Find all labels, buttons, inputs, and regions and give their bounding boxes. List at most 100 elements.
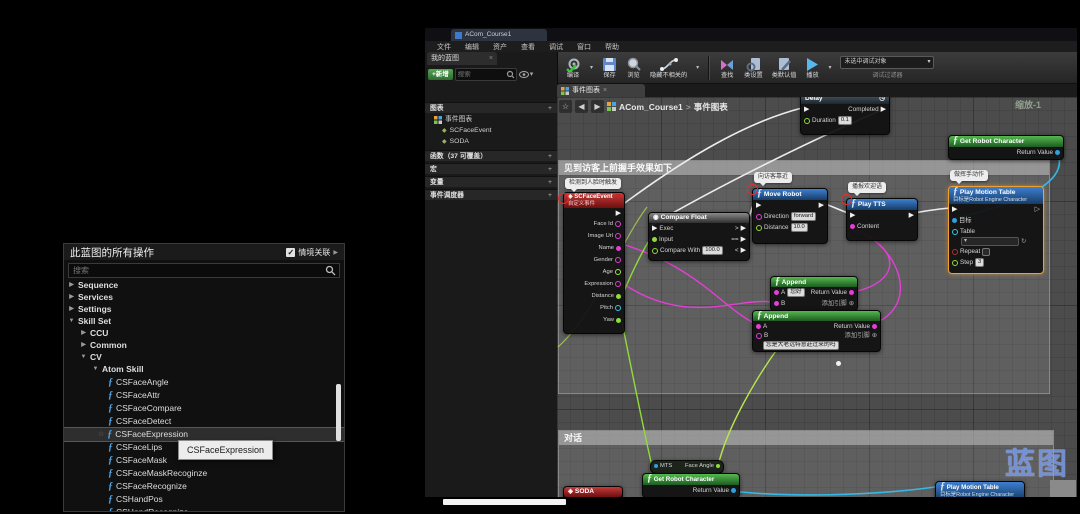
string-out-pin[interactable] — [872, 324, 877, 329]
node-scface-event[interactable]: ◈ SCFaceEvent 自定义事件 ▶ Face Id Image Url … — [563, 192, 625, 334]
exec-out-pin[interactable]: ▶ — [616, 210, 621, 217]
exec-out-pin[interactable]: ▶ — [909, 212, 914, 219]
node-append-1[interactable]: ƒ Append A 您好 Return Value B 添加引脚⊕ — [770, 276, 858, 311]
hide-unrelated-button[interactable]: 隐藏不相关的 — [650, 57, 687, 79]
step-input[interactable]: 3 — [975, 258, 984, 267]
object-in-pin[interactable] — [654, 464, 658, 468]
float-pin[interactable] — [756, 225, 762, 231]
menu-debug[interactable]: 调试 — [543, 42, 569, 52]
comment-bubble[interactable]: 检测到人脸时触发 — [565, 178, 621, 189]
class-defaults-button[interactable]: 类默认值 — [772, 57, 797, 79]
b-value-input[interactable]: 您是大老远特意赶过来的吗 — [763, 341, 839, 350]
node-get-robot-character-2[interactable]: ƒ Get Robot Character Return Value — [642, 473, 740, 498]
close-icon[interactable]: × — [489, 52, 493, 65]
float-pin[interactable] — [616, 318, 621, 323]
menu-help[interactable]: 帮助 — [599, 42, 625, 52]
float-in-pin[interactable] — [652, 237, 657, 242]
float-out-pin[interactable] — [716, 464, 720, 468]
string-out-pin[interactable] — [849, 290, 854, 295]
add-dispatcher-icon[interactable]: + — [548, 190, 552, 200]
eventgraph-item[interactable]: 事件图表 — [434, 115, 472, 125]
browse-button[interactable]: 浏览 — [626, 57, 641, 79]
action-search-box[interactable] — [68, 263, 340, 278]
reroute-node[interactable] — [836, 361, 841, 366]
float-in-pin[interactable] — [652, 248, 658, 254]
node-face-angle[interactable]: MTS Face Angle — [650, 460, 724, 474]
section-graphs[interactable]: 图表+ — [425, 102, 557, 113]
node-append-2[interactable]: ƒ Append A Return Value B 添加引脚⊕ 您是大老远特意赶… — [752, 310, 881, 352]
tree-item-atom-skill[interactable]: ▼Atom Skill — [64, 363, 345, 376]
bool-pin[interactable] — [952, 249, 958, 255]
comment-bubble[interactable]: 向访客靠近 — [754, 172, 792, 183]
my-blueprint-search-input[interactable] — [456, 71, 506, 78]
menu-window[interactable]: 窗口 — [571, 42, 597, 52]
breadcrumb-current[interactable]: 事件图表 — [694, 101, 728, 113]
scrollbar-thumb[interactable] — [336, 384, 341, 441]
int-pin[interactable] — [952, 260, 958, 266]
action-search-input[interactable] — [69, 266, 325, 275]
section-variables[interactable]: 变量+ — [425, 176, 557, 187]
tree-item-csfacedetect[interactable]: ƒCSFaceDetect — [64, 415, 345, 428]
float-pin[interactable] — [616, 294, 621, 299]
menu-edit[interactable]: 编辑 — [459, 42, 485, 52]
repeat-checkbox[interactable] — [982, 248, 990, 256]
my-blueprint-tab[interactable]: 我的蓝图 × — [427, 52, 497, 65]
float-pin[interactable] — [804, 118, 810, 124]
event-item-scfaceevent[interactable]: ◆ SCFaceEvent — [442, 126, 492, 136]
close-icon[interactable]: × — [603, 84, 607, 97]
exec-in-pin[interactable]: ▶ — [756, 202, 761, 209]
tree-item-cshandpos[interactable]: ƒCSHandPos — [64, 493, 345, 506]
node-get-robot-character[interactable]: ƒ Get Robot Character Return Value — [948, 135, 1064, 160]
tree-item-csfacemaskrecoginze[interactable]: ƒCSFaceMaskRecoginze — [64, 467, 345, 480]
exec-out-pin[interactable]: ▶ — [819, 202, 824, 209]
node-play-motion-table-2[interactable]: ƒ Play Motion Table 目标是Robot Engine Char… — [935, 481, 1025, 498]
video-progress-bar[interactable] — [443, 499, 566, 505]
direction-input[interactable]: forward — [791, 212, 816, 221]
menu-view[interactable]: 查看 — [515, 42, 541, 52]
compare-value-input[interactable]: 100.0 — [702, 246, 723, 255]
tree-item-csfacerecognize[interactable]: ƒCSFaceRecognize — [64, 480, 345, 493]
duration-input[interactable]: 0.1 — [838, 116, 852, 125]
string-pin[interactable] — [615, 281, 621, 287]
add-function-icon[interactable]: + — [548, 151, 552, 161]
play-dropdown-icon[interactable]: ▾ — [828, 64, 831, 71]
class-settings-button[interactable]: 类设置 — [744, 57, 763, 79]
section-functions[interactable]: 函数（37 可覆盖）+ — [425, 150, 557, 161]
graph-canvas[interactable]: ☆ ◀ ▶ ACom_Course1 > 事件图表 缩放-1 见到访客上前握手效… — [557, 97, 1077, 498]
string-b-pin[interactable] — [774, 301, 779, 306]
favorite-star-button[interactable]: ☆ — [559, 100, 572, 113]
object-out-pin[interactable] — [731, 488, 736, 493]
nav-forward-button[interactable]: ▶ — [591, 100, 604, 113]
node-move-robot[interactable]: ƒ Move Robot ▶▶ Direction forward Distan… — [752, 188, 828, 244]
exec-out-gt-pin[interactable]: ▶ — [741, 225, 746, 232]
add-macro-icon[interactable]: + — [548, 164, 552, 174]
checkbox-checked-icon[interactable]: ✓ — [286, 248, 295, 257]
string-a-pin[interactable] — [756, 324, 761, 329]
distance-input[interactable]: 10.0 — [791, 223, 808, 232]
exec-out-pin[interactable]: ▷ — [1035, 206, 1040, 213]
menu-file[interactable]: 文件 — [431, 42, 457, 52]
comment-title[interactable]: 对话 — [559, 431, 1053, 445]
compile-dropdown-icon[interactable]: ▾ — [590, 64, 593, 71]
string-pin[interactable] — [615, 233, 621, 239]
struct-pin[interactable] — [615, 305, 621, 311]
node-delay[interactable]: Delay ◷ ▶ Completed▶ Duration 0.1 — [800, 97, 890, 135]
chevron-right-icon[interactable]: ▶ — [333, 249, 338, 256]
context-sensitive-toggle[interactable]: ✓ 情境关联 ▶ — [286, 247, 338, 258]
string-pin[interactable] — [615, 221, 621, 227]
compile-button[interactable]: 编译 — [565, 57, 581, 79]
exec-in-pin[interactable]: ▶ — [652, 225, 657, 232]
node-compare-float[interactable]: ◉ Compare Float ▶Exec >▶ Input ==▶ Compa… — [648, 212, 750, 261]
string-pin[interactable] — [616, 246, 621, 251]
a-value-input[interactable]: 您好 — [787, 288, 805, 297]
exec-in-pin[interactable]: ▶ — [850, 212, 855, 219]
view-options-button[interactable]: ▾ — [519, 70, 534, 78]
menu-asset[interactable]: 资产 — [487, 42, 513, 52]
table-pin[interactable] — [952, 229, 958, 235]
exec-out-lt-pin[interactable]: ▶ — [741, 247, 746, 254]
window-tab[interactable]: ACom_Course1 — [451, 29, 547, 41]
int-pin[interactable] — [615, 269, 621, 275]
tree-item-csfaceattr[interactable]: ƒCSFaceAttr — [64, 389, 345, 402]
exec-out-pin[interactable]: ▶ — [881, 106, 886, 113]
target-object-pin[interactable] — [952, 218, 957, 223]
